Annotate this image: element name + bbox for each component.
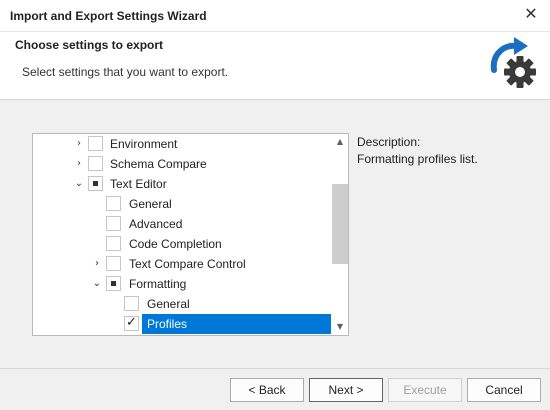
- execute-button[interactable]: Execute: [388, 378, 462, 402]
- scroll-down-icon[interactable]: ▼: [332, 319, 348, 335]
- next-button[interactable]: Next >: [309, 378, 383, 402]
- checkbox-partial[interactable]: [106, 276, 121, 291]
- tree-item-label: General: [129, 197, 172, 211]
- tree-item-label: General: [147, 297, 190, 311]
- back-button[interactable]: < Back: [230, 378, 304, 402]
- chevron-right-icon[interactable]: ›: [73, 157, 85, 171]
- checkbox[interactable]: [106, 216, 121, 231]
- page-title: Choose settings to export: [15, 38, 164, 52]
- footer-divider: [0, 368, 550, 369]
- chevron-down-icon[interactable]: ⌄: [91, 277, 103, 291]
- checkbox[interactable]: [106, 256, 121, 271]
- tree-item-code-completion[interactable]: Code Completion: [33, 234, 333, 254]
- tree-item-schema-compare[interactable]: › Schema Compare: [33, 154, 333, 174]
- checkbox[interactable]: [88, 136, 103, 151]
- tree-item-profiles[interactable]: Profiles: [33, 314, 333, 334]
- tree-item-text-editor[interactable]: ⌄ Text Editor: [33, 174, 333, 194]
- wizard-header: Choose settings to export Select setting…: [0, 32, 550, 100]
- tree-item-label: Formatting: [129, 277, 187, 291]
- tree-item-label: Environment: [110, 137, 178, 151]
- export-settings-gear-icon: [490, 37, 536, 88]
- checkbox[interactable]: [106, 236, 121, 251]
- tree-item-label: Profiles: [147, 317, 188, 331]
- chevron-right-icon[interactable]: ›: [91, 257, 103, 271]
- settings-tree[interactable]: › Environment › Schema Compare ⌄ Text Ed…: [32, 133, 349, 336]
- checkbox[interactable]: [124, 296, 139, 311]
- tree-item-advanced[interactable]: Advanced: [33, 214, 333, 234]
- tree-item-label: Text Editor: [110, 177, 167, 191]
- checkbox-partial[interactable]: [88, 176, 103, 191]
- window-title: Import and Export Settings Wizard: [10, 9, 207, 23]
- description-text: Formatting profiles list.: [357, 152, 478, 166]
- tree-item-text-compare-control[interactable]: › Text Compare Control: [33, 254, 333, 274]
- close-icon[interactable]: ✕: [522, 6, 540, 24]
- title-bar: Import and Export Settings Wizard ✕: [0, 0, 550, 32]
- tree-item-label: Advanced: [129, 217, 183, 231]
- checkbox[interactable]: [106, 196, 121, 211]
- tree-item-environment[interactable]: › Environment: [33, 134, 333, 154]
- scrollbar-thumb[interactable]: [332, 184, 348, 264]
- tree-item-formatting-general[interactable]: General: [33, 294, 333, 314]
- checkbox-checked[interactable]: [124, 315, 139, 331]
- tree-item-general[interactable]: General: [33, 194, 333, 214]
- checkbox[interactable]: [88, 156, 103, 171]
- description-label: Description:: [357, 135, 421, 149]
- tree-item-formatting[interactable]: ⌄ Formatting: [33, 274, 333, 294]
- vertical-scrollbar[interactable]: ▲ ▼: [332, 134, 348, 335]
- page-subtitle: Select settings that you want to export.: [22, 65, 229, 79]
- tree-item-label: Schema Compare: [110, 157, 207, 171]
- scroll-up-icon[interactable]: ▲: [332, 134, 348, 150]
- cancel-button[interactable]: Cancel: [467, 378, 541, 402]
- chevron-down-icon[interactable]: ⌄: [73, 177, 85, 191]
- tree-item-label: Text Compare Control: [129, 257, 246, 271]
- chevron-right-icon[interactable]: ›: [73, 137, 85, 151]
- tree-item-label: Code Completion: [129, 237, 222, 251]
